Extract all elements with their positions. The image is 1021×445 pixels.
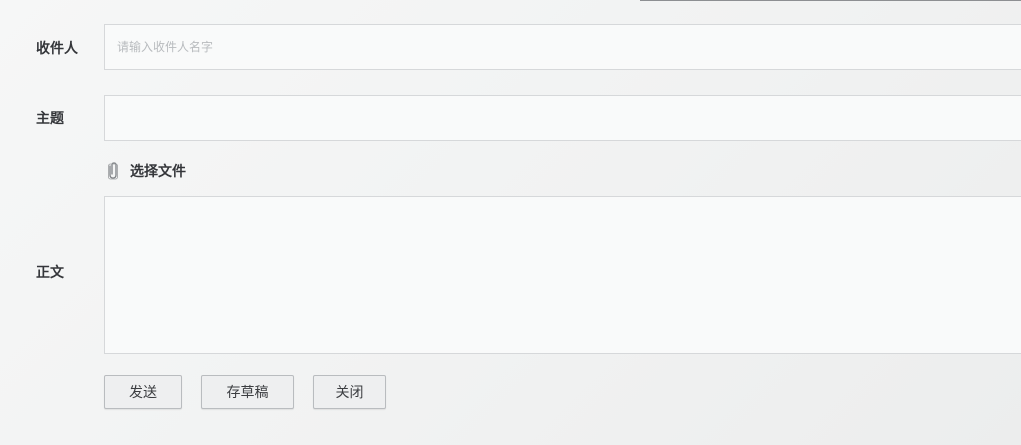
body-field-box xyxy=(104,196,1021,354)
close-button[interactable]: 关闭 xyxy=(313,375,386,409)
compose-mail-form: 收件人 主题 选择文件 正文 发送 存草稿 关闭 xyxy=(0,0,1021,445)
recipient-label: 收件人 xyxy=(36,41,78,57)
choose-file-label: 选择文件 xyxy=(130,164,186,180)
choose-file-link[interactable]: 选择文件 xyxy=(106,160,186,182)
save-draft-button[interactable]: 存草稿 xyxy=(201,375,294,409)
recipient-input[interactable] xyxy=(105,25,1021,69)
recipient-field-box xyxy=(104,24,1021,70)
subject-label: 主题 xyxy=(36,111,64,127)
paperclip-icon xyxy=(108,162,118,180)
subject-input[interactable] xyxy=(105,96,1021,140)
subject-field-box xyxy=(104,95,1021,141)
body-textarea[interactable] xyxy=(105,197,1021,353)
panel-top-edge xyxy=(640,0,1021,4)
body-label: 正文 xyxy=(36,265,64,281)
send-button[interactable]: 发送 xyxy=(104,375,182,409)
